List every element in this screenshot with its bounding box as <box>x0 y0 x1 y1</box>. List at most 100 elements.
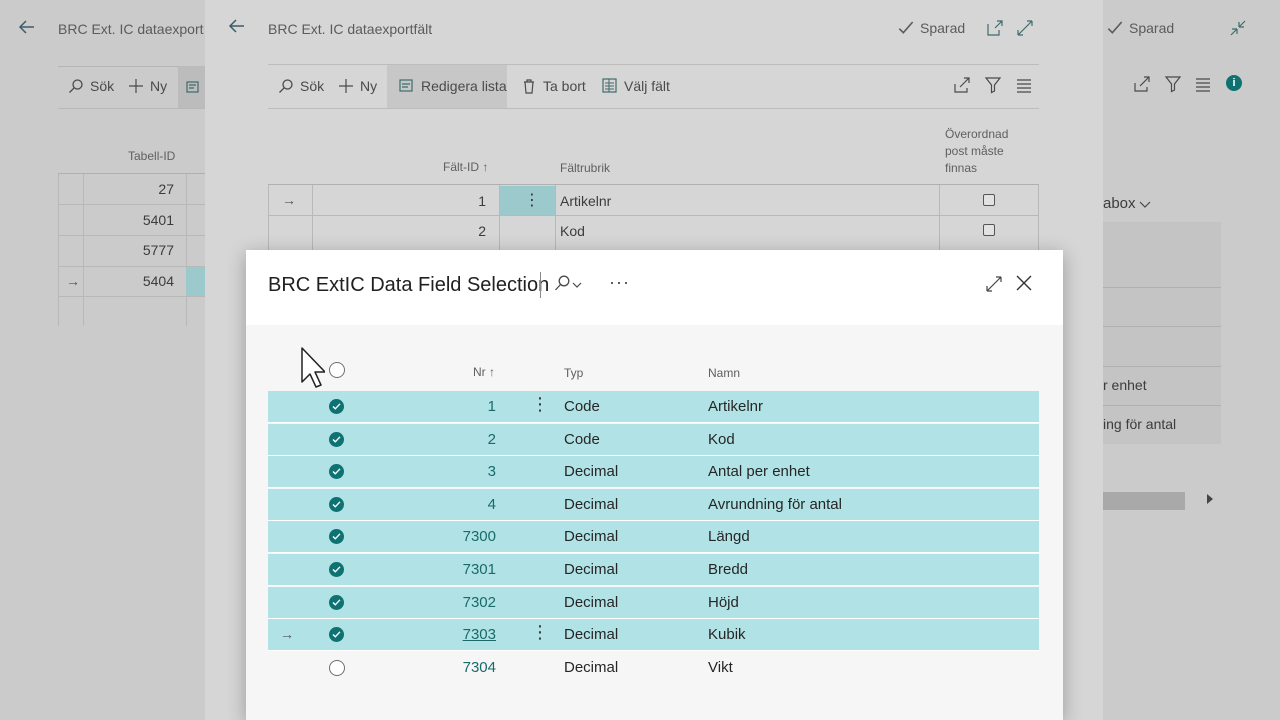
new-label: Ny <box>360 78 378 94</box>
divider <box>186 174 187 326</box>
back-new-label: Ny <box>150 78 168 94</box>
divider <box>939 185 940 255</box>
back-arrow-icon[interactable] <box>10 10 44 44</box>
filter-icon[interactable] <box>1164 75 1182 96</box>
table-row[interactable]: 3 Decimal Antal per enhet <box>268 456 1039 488</box>
selected-check-icon[interactable] <box>329 497 344 512</box>
nr-cell[interactable]: 2 <box>436 431 496 448</box>
table-row[interactable]: 7301 Decimal Bredd <box>268 554 1039 586</box>
field-id-cell[interactable]: 2 <box>418 223 486 239</box>
ellipsis-vertical-icon[interactable]: ⋮ <box>531 395 549 413</box>
search-icon <box>555 275 582 291</box>
nr-cell[interactable]: 7304 <box>436 659 496 676</box>
scroll-right-icon[interactable] <box>1207 494 1213 504</box>
ellipsis-vertical-icon[interactable]: ⋮ <box>531 623 549 641</box>
back-pane: BRC Ext. IC dataexport Sök Ny Tabell-ID … <box>0 0 205 720</box>
horizontal-scrollbar[interactable] <box>1103 492 1185 510</box>
name-cell: Höjd <box>708 594 739 611</box>
new-button[interactable]: Ny <box>338 78 377 94</box>
expand-icon[interactable] <box>985 275 1003 296</box>
parent-required-column-header[interactable]: Överordnad post måste finnas <box>945 126 1008 177</box>
selected-check-icon[interactable] <box>329 432 344 447</box>
nr-cell[interactable]: 1 <box>436 398 496 415</box>
table-row[interactable]: 5401 <box>88 212 174 228</box>
search-button[interactable]: Sök <box>278 78 324 94</box>
nr-column-header[interactable]: Nr ↑ <box>473 365 495 379</box>
table-row[interactable]: 27 <box>88 181 174 197</box>
share-icon[interactable] <box>953 76 971 97</box>
nr-cell[interactable]: 7303 <box>436 626 496 643</box>
selected-check-icon[interactable] <box>329 464 344 479</box>
collapse-icon[interactable] <box>1229 19 1247 40</box>
table-row[interactable]: 5777 <box>88 242 174 258</box>
table-row[interactable]: 2 Code Kod <box>268 424 1039 456</box>
selected-check-icon[interactable] <box>329 399 344 414</box>
table-row[interactable]: 4 Decimal Avrundning för antal <box>268 489 1039 521</box>
more-options-icon[interactable]: ··· <box>609 272 630 293</box>
divider <box>268 108 1039 109</box>
divider <box>540 272 541 298</box>
back-new-button[interactable]: Ny <box>128 78 167 94</box>
nr-cell[interactable]: 7301 <box>436 561 496 578</box>
table-row[interactable]: 7300 Decimal Längd <box>268 521 1039 553</box>
back-search-button[interactable]: Sök <box>68 78 114 94</box>
sort-ascending-icon: ↑ <box>489 365 496 379</box>
selected-check-icon[interactable] <box>329 595 344 610</box>
name-column-header[interactable]: Namn <box>708 366 740 380</box>
edit-list-button[interactable]: Redigera lista <box>387 65 507 108</box>
check-icon <box>1107 21 1123 34</box>
caption-cell[interactable]: Artikelnr <box>560 193 611 209</box>
share-icon[interactable] <box>1133 75 1151 96</box>
selected-check-icon[interactable] <box>329 627 344 642</box>
type-cell: Decimal <box>564 496 619 513</box>
list-view-icon[interactable] <box>1016 77 1032 96</box>
chevron-down-icon[interactable] <box>1139 197 1151 213</box>
nr-header-label: Nr <box>473 365 486 379</box>
back-edit-list-button[interactable] <box>178 66 205 108</box>
nr-cell[interactable]: 7302 <box>436 594 496 611</box>
info-icon[interactable]: i <box>1226 75 1242 91</box>
field-id-cell[interactable]: 1 <box>418 193 486 209</box>
nr-cell[interactable]: 3 <box>436 463 496 480</box>
table-row[interactable]: → 7303 ⋮ Decimal Kubik <box>268 619 1039 651</box>
field-id-header-label: Fält-ID <box>443 160 479 174</box>
table-row[interactable]: 7304 Decimal Vikt <box>268 652 1039 684</box>
name-cell: Bredd <box>708 561 749 578</box>
plus-icon <box>339 79 353 93</box>
current-row-arrow-icon: → <box>280 626 294 642</box>
unselected-radio[interactable] <box>329 660 345 676</box>
field-id-column-header[interactable]: Fält-ID ↑ <box>443 160 488 174</box>
nr-cell[interactable]: 7300 <box>436 528 496 545</box>
dialog-body: Nr ↑ Typ Namn 1 ⋮ Code Artikelnr 2 Code … <box>246 325 1063 720</box>
open-in-new-window-icon[interactable] <box>986 19 1004 40</box>
choose-fields-button[interactable]: Välj fält <box>602 78 670 94</box>
expand-icon[interactable] <box>1016 19 1034 40</box>
caption-cell[interactable]: Kod <box>560 223 585 239</box>
row-menu-cell[interactable]: ⋮ <box>500 186 555 215</box>
factbox-label[interactable]: abox <box>1103 195 1136 212</box>
delete-button[interactable]: Ta bort <box>521 78 586 94</box>
divider <box>1103 405 1221 406</box>
caption-column-header[interactable]: Fältrubrik <box>560 161 610 175</box>
close-icon[interactable] <box>1015 274 1033 295</box>
ellipsis-vertical-icon[interactable]: ⋮ <box>524 190 540 210</box>
row-menu-cell[interactable] <box>186 267 205 296</box>
plus-icon <box>129 79 143 93</box>
header-line: post måste <box>945 144 1004 158</box>
select-all-radio[interactable] <box>329 362 345 378</box>
parent-required-checkbox[interactable] <box>983 194 995 206</box>
filter-icon[interactable] <box>984 76 1002 97</box>
type-column-header[interactable]: Typ <box>564 366 583 380</box>
dialog-search-button[interactable] <box>553 275 583 296</box>
selected-check-icon[interactable] <box>329 529 344 544</box>
table-row[interactable]: 1 ⋮ Code Artikelnr <box>268 391 1039 423</box>
nr-cell[interactable]: 4 <box>436 496 496 513</box>
back-arrow-icon[interactable] <box>220 9 254 43</box>
parent-required-checkbox[interactable] <box>983 224 995 236</box>
table-row[interactable]: 7302 Decimal Höjd <box>268 587 1039 619</box>
list-view-icon[interactable] <box>1195 76 1211 95</box>
selected-check-icon[interactable] <box>329 562 344 577</box>
divider <box>58 108 205 109</box>
type-cell: Decimal <box>564 594 619 611</box>
table-row[interactable]: 5404 <box>88 273 174 289</box>
